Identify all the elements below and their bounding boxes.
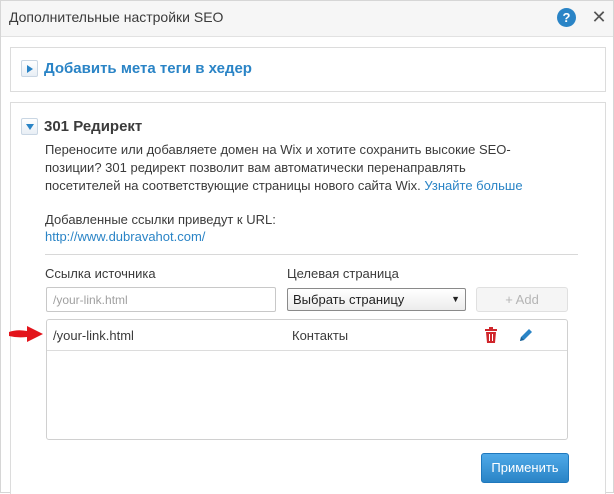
trash-icon[interactable] [484, 327, 498, 343]
target-page-select[interactable]: Выбрать страницу ▼ [287, 288, 466, 311]
add-meta-tags-link[interactable]: Добавить мета теги в хедер [44, 60, 252, 77]
apply-button[interactable]: Применить [481, 453, 569, 483]
triangle-right-icon[interactable] [21, 60, 38, 77]
meta-tags-section: Добавить мета теги в хедер [10, 47, 606, 92]
help-icon[interactable]: ? [557, 8, 576, 27]
dropdown-caret-icon: ▼ [451, 294, 460, 304]
site-url-link[interactable]: http://www.dubravahot.com/ [45, 228, 205, 246]
red-arrow-icon [9, 326, 43, 342]
redirect-section-title: 301 Редирект [44, 118, 143, 135]
learn-more-link[interactable]: Узнайте больше [424, 178, 522, 193]
seo-settings-dialog: Дополнительные настройки SEO ? ✕ Добавит… [0, 0, 614, 494]
dialog-header: Дополнительные настройки SEO ? ✕ [1, 1, 613, 37]
description-line-text: посетителей на соответствующие страницы … [45, 178, 421, 193]
source-link-input[interactable] [46, 287, 276, 312]
section-divider [45, 254, 578, 255]
triangle-down-icon[interactable] [21, 118, 38, 135]
description-line: посетителей на соответствующие страницы … [45, 177, 590, 195]
row-source-link: /your-link.html [53, 328, 134, 343]
description-line: позиции? 301 редирект позволит вам автом… [45, 160, 466, 175]
target-page-label: Целевая страница [287, 266, 399, 281]
row-target-page: Контакты [292, 328, 349, 343]
redirect-section: 301 Редирект Переносите или добавляете д… [9, 102, 606, 494]
redirect-note: Добавленные ссылки приведут к URL: [45, 212, 276, 227]
redirect-list: /your-link.html Контакты [46, 319, 568, 440]
description-line: Переносите или добавляете домен на Wix и… [45, 142, 511, 157]
source-link-label: Ссылка источника [45, 266, 156, 281]
target-page-select-value: Выбрать страницу [293, 292, 405, 307]
dialog-title: Дополнительные настройки SEO [9, 9, 224, 25]
pencil-icon[interactable] [518, 327, 534, 343]
redirect-row: /your-link.html Контакты [47, 320, 567, 351]
redirect-description: Переносите или добавляете домен на Wix и… [45, 141, 590, 195]
close-icon[interactable]: ✕ [589, 7, 609, 27]
add-redirect-button[interactable]: + Add [476, 287, 568, 312]
